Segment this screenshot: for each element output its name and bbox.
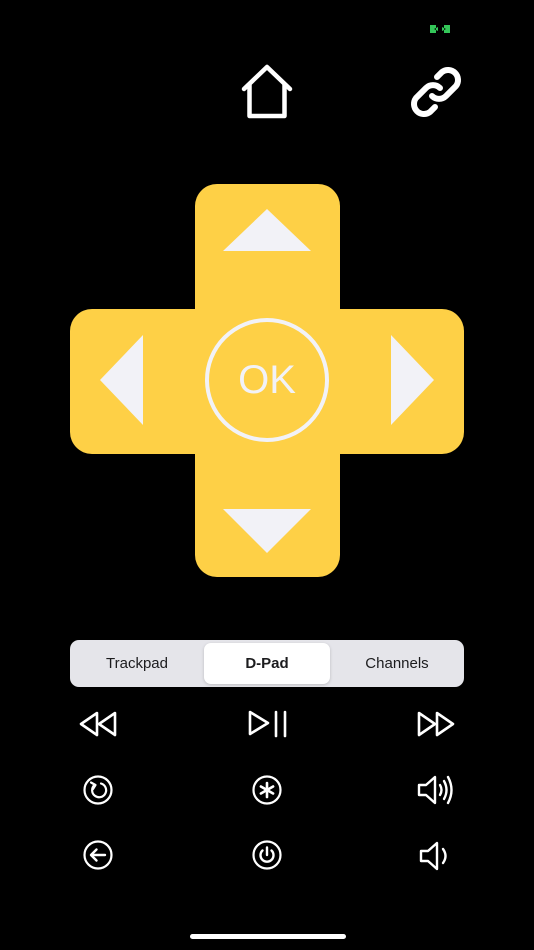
volume-down-icon (419, 841, 447, 871)
tab-dpad[interactable]: D-Pad (204, 643, 330, 684)
back-icon (83, 840, 113, 870)
tab-trackpad-label: Trackpad (106, 655, 168, 672)
tab-channels-label: Channels (365, 655, 429, 672)
dpad-left-button[interactable] (90, 330, 150, 430)
tab-channels[interactable]: Channels (332, 640, 462, 687)
volume-up-icon (417, 775, 453, 805)
connection-indicator-icon (428, 22, 452, 36)
link-button[interactable] (404, 60, 468, 124)
home-button[interactable] (236, 60, 298, 122)
options-asterisk-icon (252, 775, 282, 805)
instant-replay-button[interactable] (80, 772, 116, 808)
rewind-button[interactable] (76, 704, 120, 744)
home-icon (241, 64, 293, 119)
dpad-right-button[interactable] (384, 330, 444, 430)
play-pause-icon (248, 710, 287, 738)
volume-down-button[interactable] (414, 836, 458, 876)
power-icon (252, 840, 282, 870)
link-icon (411, 67, 461, 117)
arrow-right-icon (391, 335, 434, 425)
back-button[interactable] (80, 837, 116, 873)
power-button[interactable] (249, 837, 285, 873)
arrow-up-icon (223, 209, 311, 251)
tab-trackpad[interactable]: Trackpad (72, 640, 202, 687)
ok-label: OK (238, 358, 296, 402)
dpad-up-button[interactable] (218, 200, 316, 260)
rewind-icon (79, 711, 117, 737)
ok-button[interactable]: OK (205, 318, 329, 442)
options-button[interactable] (249, 772, 285, 808)
fast-forward-button[interactable] (414, 704, 458, 744)
volume-up-button[interactable] (414, 770, 458, 810)
play-pause-button[interactable] (244, 704, 292, 744)
tab-dpad-label: D-Pad (245, 655, 289, 672)
arrow-down-icon (223, 509, 311, 553)
dpad-down-button[interactable] (218, 500, 316, 560)
instant-replay-icon (83, 775, 113, 805)
fast-forward-icon (417, 711, 455, 737)
mode-segmented-control: Trackpad D-Pad Channels (70, 640, 464, 687)
arrow-left-icon (100, 335, 143, 425)
home-indicator[interactable] (190, 934, 346, 939)
